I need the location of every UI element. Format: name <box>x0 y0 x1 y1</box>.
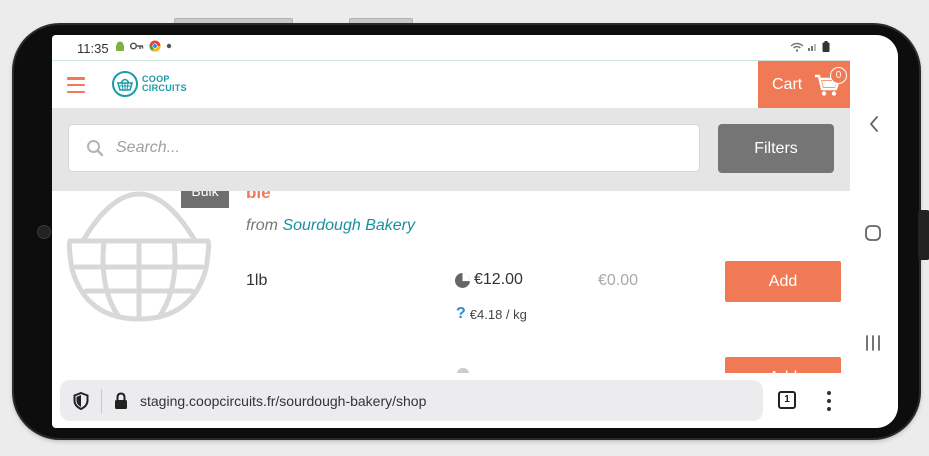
status-time: 11:35 <box>77 41 109 56</box>
logo-basket-icon <box>112 71 138 97</box>
phone-screen: 11:35 COOP CIRCUITS Cart 0 Search... Fil… <box>52 35 898 428</box>
price-breakdown-pie-icon[interactable] <box>454 272 471 289</box>
android-icon <box>116 41 124 51</box>
url-text[interactable]: staging.coopcircuits.fr/sourdough-bakery… <box>140 393 426 409</box>
battery-icon <box>822 41 830 52</box>
variant-total: €0.00 <box>598 272 639 289</box>
unit-price-value: €4.18 / kg <box>469 306 527 322</box>
variant-unit: 1lb <box>246 272 268 289</box>
status-bar: 11:35 <box>52 35 850 60</box>
search-bar: Filters <box>52 108 850 191</box>
chrome-icon <box>149 40 161 52</box>
product-producer-line: from Sourdough Bakery <box>246 217 415 235</box>
power-button <box>918 210 929 260</box>
status-right-icons <box>790 41 830 52</box>
android-nav-bar <box>850 35 898 428</box>
variant-price-value: €12.00 <box>474 271 523 288</box>
front-camera <box>37 225 51 239</box>
hamburger-menu-icon[interactable] <box>67 77 85 93</box>
lock-icon[interactable] <box>114 391 128 410</box>
dot-icon <box>166 43 172 49</box>
logo-text: COOP CIRCUITS <box>142 74 187 93</box>
search-field[interactable] <box>68 124 700 172</box>
search-icon <box>87 140 104 157</box>
product-title[interactable]: bie <box>246 191 271 203</box>
url-divider <box>101 388 102 413</box>
from-label: from <box>246 217 278 234</box>
wifi-icon <box>790 42 804 52</box>
product-placeholder-basket-icon <box>66 191 212 322</box>
unit-price-help-icon[interactable]: ? <box>456 305 466 323</box>
cart-button[interactable]: Cart 0 <box>758 61 850 109</box>
product-list: Bulk bie from Sourdough Bakery 1lb €12.0… <box>52 191 850 373</box>
add-button[interactable]: Add <box>725 261 841 302</box>
home-icon[interactable] <box>864 224 882 242</box>
search-input[interactable] <box>114 138 678 158</box>
key-icon <box>130 42 144 50</box>
bulk-tag: Bulk <box>181 191 229 208</box>
browser-url-bar[interactable]: staging.coopcircuits.fr/sourdough-bakery… <box>60 380 763 421</box>
cart-count-badge: 0 <box>830 67 847 84</box>
recent-apps-icon[interactable] <box>864 335 882 351</box>
more-options-icon[interactable] <box>827 391 831 411</box>
coop-circuits-logo[interactable]: COOP CIRCUITS <box>112 71 188 97</box>
filters-button[interactable]: Filters <box>718 124 834 173</box>
unit-price: ? €4.18 / kg <box>456 305 527 323</box>
back-icon[interactable] <box>868 115 880 133</box>
next-price-pie-icon <box>456 367 470 373</box>
next-add-button[interactable]: Add <box>725 357 841 373</box>
app-header: COOP CIRCUITS Cart 0 <box>52 60 850 109</box>
tab-switcher-button[interactable]: 1 <box>778 391 796 409</box>
variant-price: €12.00 <box>454 271 523 289</box>
signal-icon <box>808 44 816 51</box>
cart-label: Cart <box>772 76 803 93</box>
producer-link[interactable]: Sourdough Bakery <box>282 217 415 234</box>
shield-icon[interactable] <box>73 391 89 410</box>
notification-icons <box>115 40 172 52</box>
